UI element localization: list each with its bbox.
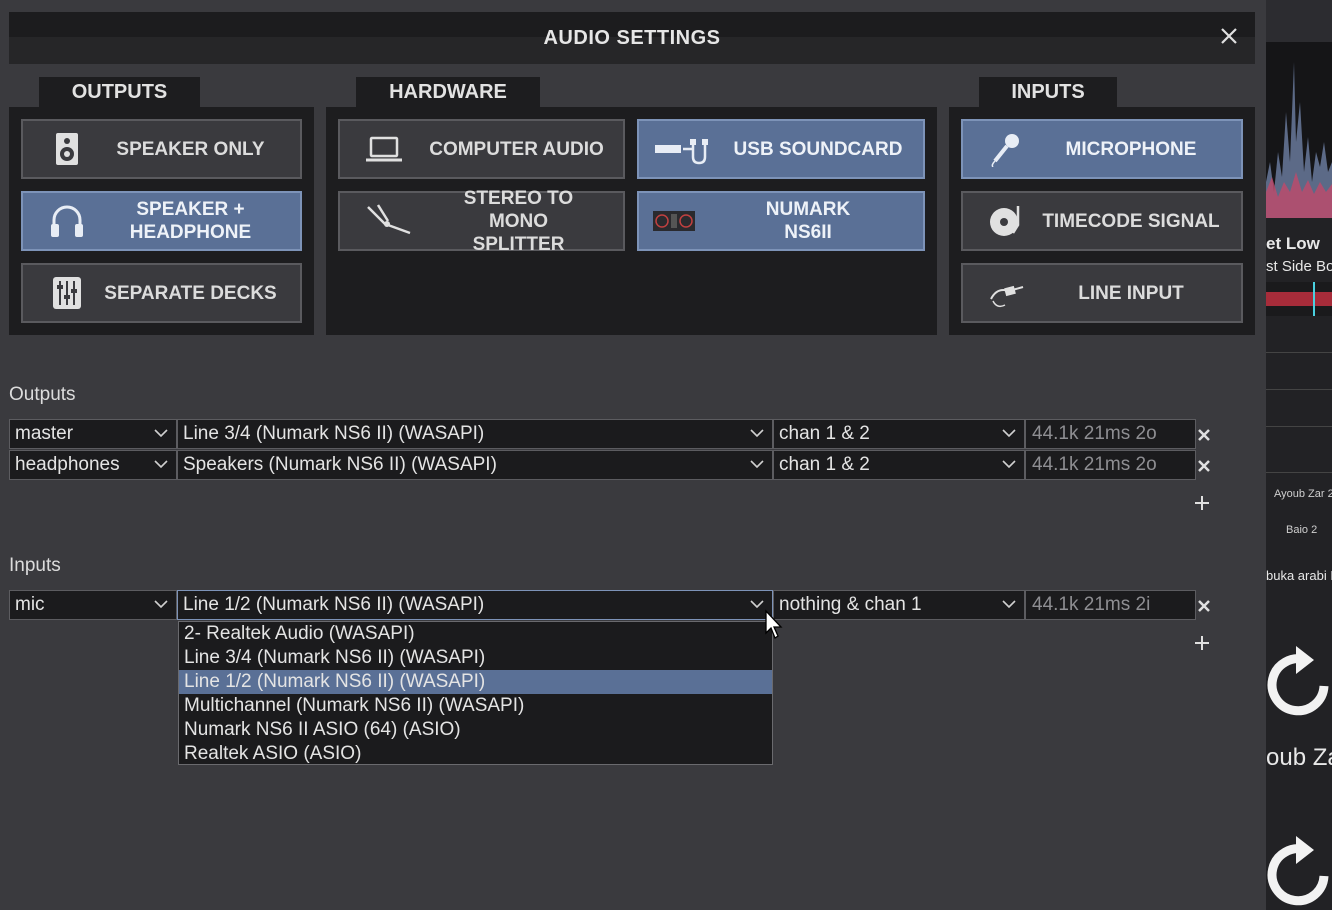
headphones-icon: [47, 203, 87, 239]
background-app-strip: et Low st Side Bo Ayoub Zar 2 Baio 2 buk…: [1266, 0, 1332, 910]
separate-decks-button[interactable]: SEPARATE DECKS: [21, 263, 302, 323]
refresh-icon: [1266, 640, 1332, 735]
output-device-select[interactable]: Line 3/4 (Numark NS6 II) (WASAPI): [177, 419, 773, 449]
line-input-button[interactable]: LINE INPUT: [961, 263, 1243, 323]
input-channel-select[interactable]: nothing & chan 1: [773, 590, 1025, 620]
outputs-section-label: Outputs: [9, 384, 76, 405]
deck-label: Baio 2: [1286, 524, 1318, 536]
track-waveform: [1266, 282, 1332, 316]
numark-ns6ii-button[interactable]: NUMARK NS6II: [637, 191, 925, 251]
remove-input-icon[interactable]: [1196, 598, 1212, 614]
separate-decks-label: SEPARATE DECKS: [104, 282, 277, 304]
input-channel-value: nothing & chan 1: [779, 594, 922, 615]
dropdown-option-selected[interactable]: Line 1/2 (Numark NS6 II) (WASAPI): [179, 670, 772, 694]
line-cable-icon: [987, 275, 1027, 311]
browser-row-text: buka arabi M: [1266, 568, 1332, 583]
output-device-value: Speakers (Numark NS6 II) (WASAPI): [183, 454, 497, 475]
track-title: et Low: [1266, 234, 1320, 253]
stereo-to-mono-button[interactable]: STEREO TO MONO SPLITTER: [338, 187, 625, 255]
chevron-down-icon: [1002, 429, 1016, 438]
bg-select: [1266, 448, 1332, 473]
output-channel-select[interactable]: chan 1 & 2: [773, 419, 1025, 449]
output-role-select[interactable]: headphones: [9, 450, 177, 480]
chevron-down-icon: [750, 600, 764, 609]
add-input-icon[interactable]: [1193, 634, 1211, 652]
dropdown-option[interactable]: Multichannel (Numark NS6 II) (WASAPI): [179, 694, 772, 718]
controller-icon: [651, 203, 697, 239]
output-info: 44.1k 21ms 2o: [1025, 419, 1196, 449]
dialog-title: AUDIO SETTINGS: [543, 27, 721, 49]
timecode-signal-button[interactable]: TIMECODE SIGNAL: [961, 191, 1243, 251]
computer-audio-button[interactable]: COMPUTER AUDIO: [338, 119, 625, 179]
inputs-section-label: Inputs: [9, 555, 61, 576]
dropdown-option[interactable]: Line 3/4 (Numark NS6 II) (WASAPI): [179, 646, 772, 670]
bg-select: [1266, 402, 1332, 427]
speaker-only-button[interactable]: SPEAKER ONLY: [21, 119, 302, 179]
dropdown-option[interactable]: Numark NS6 II ASIO (64) (ASIO): [179, 718, 772, 742]
chevron-down-icon: [154, 600, 168, 609]
speaker-only-label: SPEAKER ONLY: [116, 138, 265, 160]
output-role-value: master: [15, 423, 74, 444]
splitter-cable-icon: [364, 203, 414, 239]
input-device-value: Line 1/2 (Numark NS6 II) (WASAPI): [183, 594, 485, 615]
chevron-down-icon: [1002, 600, 1016, 609]
close-icon[interactable]: [1217, 24, 1241, 48]
tab-outputs[interactable]: OUTPUTS: [39, 77, 200, 107]
device-dropdown-list: 2- Realtek Audio (WASAPI) Line 3/4 (Numa…: [178, 621, 773, 765]
tab-inputs[interactable]: INPUTS: [979, 77, 1117, 107]
remove-output-icon[interactable]: [1196, 427, 1212, 443]
input-role-value: mic: [15, 594, 45, 615]
usb-soundcard-label: USB SOUNDCARD: [733, 138, 903, 160]
output-channel-value: chan 1 & 2: [779, 423, 870, 444]
dropdown-option[interactable]: Realtek ASIO (ASIO): [179, 742, 772, 766]
chevron-down-icon: [154, 460, 168, 469]
output-role-value: headphones: [15, 454, 120, 475]
add-output-icon[interactable]: [1193, 494, 1211, 512]
laptop-icon: [364, 131, 404, 167]
bg-select: [1266, 328, 1332, 353]
mixer-sliders-icon: [47, 275, 87, 311]
refresh-icon: [1266, 830, 1332, 910]
timecode-vinyl-icon: [987, 203, 1027, 239]
output-channel-select[interactable]: chan 1 & 2: [773, 450, 1025, 480]
stereo-to-mono-label: STEREO TO MONO SPLITTER: [463, 187, 574, 255]
mouse-cursor-icon: [764, 609, 786, 641]
microphone-icon: [987, 131, 1027, 168]
input-info: 44.1k 21ms 2i: [1025, 590, 1196, 620]
output-device-value: Line 3/4 (Numark NS6 II) (WASAPI): [183, 423, 485, 444]
big-label: oub Zar: [1266, 744, 1332, 771]
input-role-select[interactable]: mic: [9, 590, 177, 620]
output-device-select[interactable]: Speakers (Numark NS6 II) (WASAPI): [177, 450, 773, 480]
computer-audio-label: COMPUTER AUDIO: [429, 138, 604, 160]
usb-soundcard-icon: [653, 131, 713, 167]
input-device-select[interactable]: Line 1/2 (Numark NS6 II) (WASAPI): [177, 590, 773, 620]
speaker-headphone-button[interactable]: SPEAKER + HEADPHONE: [21, 191, 302, 251]
title-bar: AUDIO SETTINGS: [9, 12, 1255, 64]
output-role-select[interactable]: master: [9, 419, 177, 449]
timecode-signal-label: TIMECODE SIGNAL: [1042, 210, 1220, 232]
numark-ns6ii-label: NUMARK NS6II: [765, 199, 851, 243]
speaker-icon: [47, 131, 87, 167]
chevron-down-icon: [154, 429, 168, 438]
waveform-overview: [1266, 42, 1332, 218]
chevron-down-icon: [1002, 460, 1016, 469]
microphone-button[interactable]: MICROPHONE: [961, 119, 1243, 179]
output-channel-value: chan 1 & 2: [779, 454, 870, 475]
usb-soundcard-button[interactable]: USB SOUNDCARD: [637, 119, 925, 179]
tab-hardware[interactable]: HARDWARE: [356, 77, 540, 107]
chevron-down-icon: [750, 429, 764, 438]
line-input-label: LINE INPUT: [1078, 282, 1184, 304]
remove-output-icon[interactable]: [1196, 458, 1212, 474]
audio-settings-dialog: AUDIO SETTINGS OUTPUTS HARDWARE INPUTS S…: [0, 0, 1266, 910]
dropdown-option[interactable]: 2- Realtek Audio (WASAPI): [179, 622, 772, 646]
chevron-down-icon: [750, 460, 764, 469]
bg-select: [1266, 365, 1332, 390]
track-artist: st Side Bo: [1266, 258, 1332, 275]
speaker-headphone-label: SPEAKER + HEADPHONE: [129, 199, 252, 243]
deck-label: Ayoub Zar 2: [1274, 488, 1332, 500]
microphone-label: MICROPHONE: [1065, 138, 1197, 160]
output-info: 44.1k 21ms 2o: [1025, 450, 1196, 480]
